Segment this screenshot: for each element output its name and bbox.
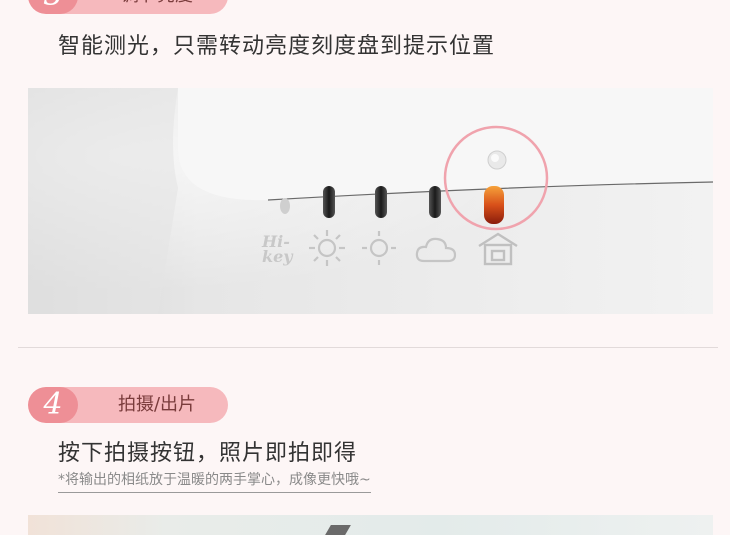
step-number: 4 [28,387,78,423]
step-3-badge: 3 调节亮度 [28,0,228,14]
camera-body-image [28,88,713,314]
step-number: 3 [28,0,78,14]
next-section-photo [28,515,713,535]
step-label: 拍摄/出片 [117,394,197,415]
camera-dial-photo: Hi- key [28,88,713,314]
step-4-badge: 4 拍摄/出片 [28,387,228,423]
section-divider [18,347,718,348]
cloud-icon [415,237,457,263]
photo-detail [325,525,351,535]
sun-icon [362,231,396,265]
step-3-heading: 智能测光，只需转动亮度刻度盘到提示位置 [58,34,496,59]
step-label: 调节亮度 [86,0,228,14]
house-icon [478,232,518,266]
hi-key-label: Hi- key [262,232,293,266]
step-4-note: *将输出的相纸放于温暖的两手掌心，成像更快哦~ [58,469,371,493]
bright-sun-icon [309,230,345,266]
step-4-heading: 按下拍摄按钮，照片即拍即得 [58,441,358,466]
